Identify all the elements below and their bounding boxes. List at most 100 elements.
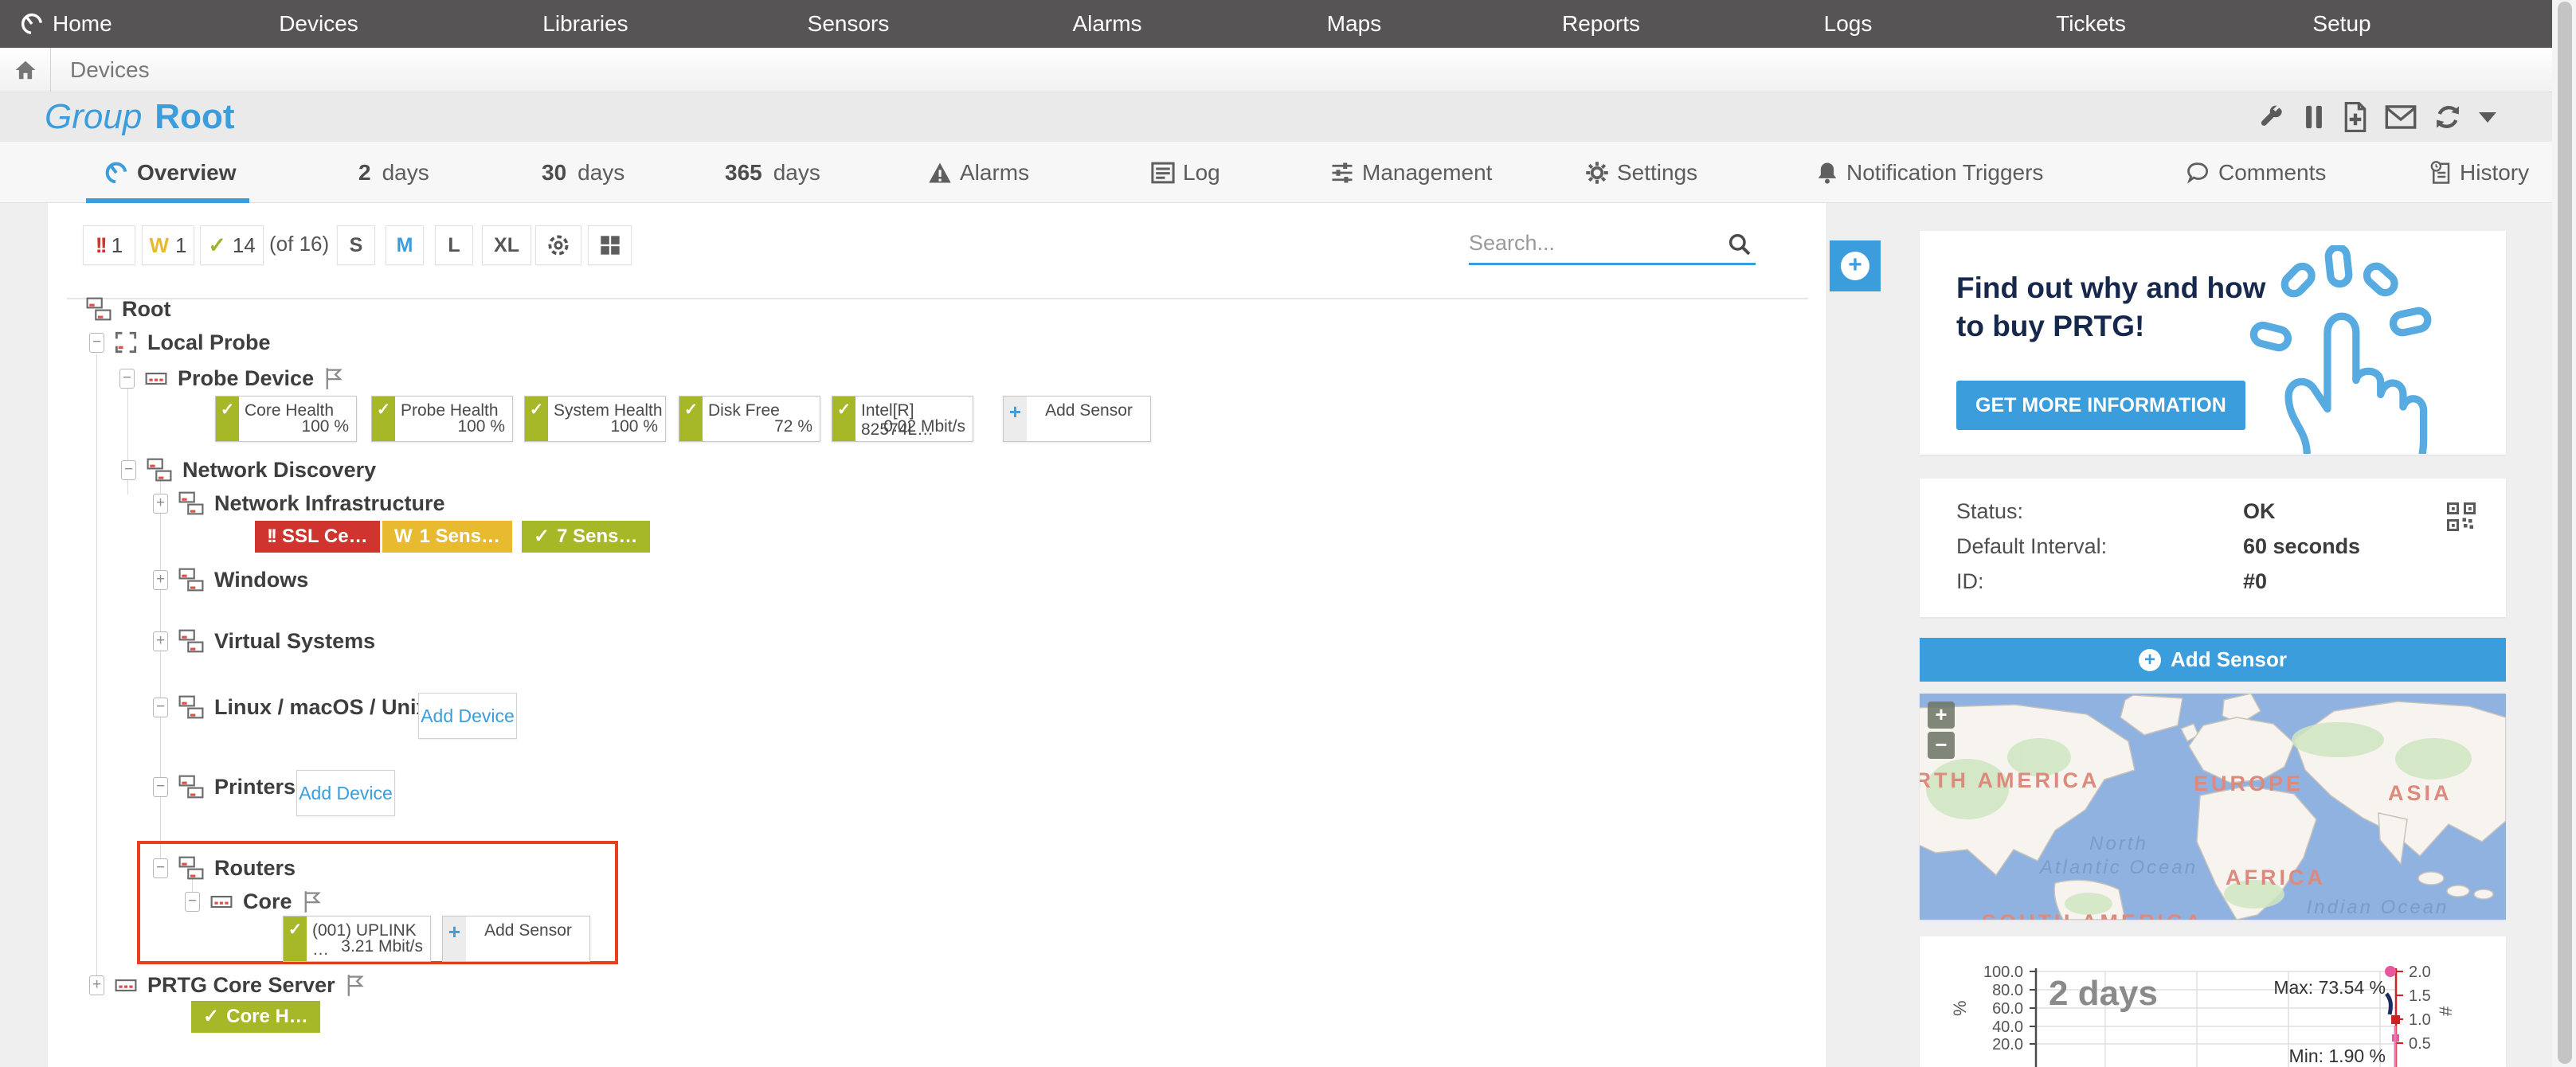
- wrench-icon[interactable]: [2257, 103, 2286, 131]
- breadcrumb-path[interactable]: Devices: [70, 48, 150, 92]
- search-icon[interactable]: [1727, 232, 1752, 257]
- group-icon: [178, 775, 204, 799]
- group-virtual-systems-label[interactable]: Virtual Systems: [214, 629, 375, 654]
- nav-item-alarms[interactable]: Alarms: [1072, 0, 1141, 48]
- badge-ok-sensors[interactable]: ✓7 Sens…: [522, 521, 650, 553]
- nav-item-libraries[interactable]: Libraries: [542, 0, 628, 48]
- prtg-screen: Home Devices Libraries Sensors Alarms Ma…: [0, 0, 2576, 1067]
- size-button-s[interactable]: S: [337, 225, 375, 265]
- search-input[interactable]: [1469, 225, 1716, 260]
- refresh-icon[interactable]: [2433, 102, 2463, 132]
- add-device-button-printers[interactable]: Add Device: [296, 770, 395, 816]
- sensor-probe-health[interactable]: ✓ Probe Health 100 %: [371, 396, 513, 442]
- badge-core-health[interactable]: ✓Core H…: [191, 1001, 320, 1033]
- add-sensor-tile[interactable]: + Add Sensor: [442, 916, 590, 962]
- ok-status-strip: ✓: [284, 917, 307, 961]
- collapse-expander[interactable]: −: [153, 698, 168, 717]
- filter-error-count[interactable]: !! 1: [83, 225, 135, 265]
- sensor-uplink[interactable]: ✓ (001) UPLINK … 3.21 Mbit/s: [283, 916, 431, 962]
- device-prtg-core-server-label[interactable]: PRTG Core Server: [147, 973, 335, 998]
- dropdown-caret-icon[interactable]: [2479, 112, 2496, 123]
- expand-expander[interactable]: +: [89, 975, 104, 995]
- add-sensor-tile[interactable]: + Add Sensor: [1003, 396, 1151, 442]
- nav-item-maps[interactable]: Maps: [1327, 0, 1381, 48]
- vertical-scrollbar: [2552, 0, 2576, 1067]
- sensor-disk-free[interactable]: ✓ Disk Free 72 %: [679, 396, 820, 442]
- add-device-button-linux[interactable]: Add Device: [418, 693, 517, 739]
- tab-overview[interactable]: Overview: [104, 142, 237, 203]
- map-zoom-out-button[interactable]: −: [1928, 732, 1955, 759]
- mini-graph-card[interactable]: 100.0 80.0 60.0 40.0 20.0 2.0 1.5 1.0 0.…: [1920, 936, 2506, 1067]
- size-button-xl[interactable]: XL: [482, 225, 531, 265]
- pause-icon[interactable]: [2302, 104, 2326, 131]
- scrollbar-thumb[interactable]: [2558, 2, 2572, 1064]
- nav-item-setup[interactable]: Setup: [2312, 0, 2370, 48]
- device-core-label[interactable]: Core: [243, 889, 292, 914]
- size-button-l[interactable]: L: [435, 225, 473, 265]
- tab-log[interactable]: Log: [1151, 142, 1220, 203]
- add-sensor-bar-button[interactable]: + Add Sensor: [1920, 638, 2506, 682]
- nav-item-reports[interactable]: Reports: [1562, 0, 1640, 48]
- breadcrumb-home-button[interactable]: [0, 48, 51, 92]
- map-label-atlantic-2: Atlantic Ocean: [2038, 857, 2198, 878]
- tab-alarms[interactable]: Alarms: [928, 142, 1029, 203]
- map-zoom-in-button[interactable]: +: [1928, 702, 1955, 729]
- badge-error-ssl[interactable]: !!SSL Ce…: [255, 521, 380, 553]
- device-probe-device-label[interactable]: Probe Device: [178, 366, 314, 391]
- add-object-button[interactable]: +: [1830, 240, 1881, 291]
- tab-notification-triggers[interactable]: Notification Triggers: [1816, 142, 2043, 203]
- group-root-label[interactable]: Root: [122, 297, 170, 322]
- qr-code-icon[interactable]: [2447, 502, 2476, 531]
- collapse-expander[interactable]: −: [185, 892, 200, 912]
- tab-management[interactable]: Management: [1330, 142, 1492, 203]
- nav-item-tickets[interactable]: Tickets: [2056, 0, 2126, 48]
- collapse-expander[interactable]: −: [153, 858, 168, 878]
- ok-status-strip: ✓: [679, 397, 703, 441]
- badge-warning-sensors[interactable]: W1 Sens…: [382, 521, 512, 553]
- sensor-system-health[interactable]: ✓ System Health 100 %: [524, 396, 666, 442]
- tab-comments[interactable]: Comments: [2186, 142, 2326, 203]
- filter-ok-count[interactable]: ✓ 14: [200, 225, 264, 265]
- expand-expander[interactable]: +: [153, 631, 168, 651]
- nav-item-sensors[interactable]: Sensors: [808, 0, 890, 48]
- tab-30-days[interactable]: 30days: [542, 142, 624, 203]
- tab-settings[interactable]: Settings: [1585, 142, 1697, 203]
- group-routers-label[interactable]: Routers: [214, 856, 296, 881]
- nav-item-home[interactable]: Home: [19, 0, 112, 48]
- clicking-hand-illustration: [2237, 245, 2484, 454]
- expand-expander[interactable]: +: [153, 494, 168, 514]
- tile-view-button[interactable]: [588, 225, 632, 265]
- filter-row: !! 1 W 1 ✓ 14 (of 16) S M L XL: [48, 225, 1826, 267]
- nav-item-logs[interactable]: Logs: [1824, 0, 1873, 48]
- size-button-m[interactable]: M: [386, 225, 424, 265]
- expand-expander[interactable]: +: [153, 570, 168, 590]
- device-tree: Root − Local Probe − Probe Device ✓ Core…: [48, 283, 1826, 1067]
- collapse-expander[interactable]: −: [89, 333, 104, 353]
- group-windows-label[interactable]: Windows: [214, 568, 308, 592]
- probe-local-probe-label[interactable]: Local Probe: [147, 330, 271, 355]
- nav-item-devices[interactable]: Devices: [279, 0, 358, 48]
- group-printers-label[interactable]: Printers: [214, 775, 296, 799]
- tab-2-days[interactable]: 2days: [358, 142, 429, 203]
- tab-365-days[interactable]: 365days: [725, 142, 820, 203]
- collapse-expander[interactable]: −: [119, 369, 135, 389]
- sensor-intel-nic[interactable]: ✓ Intel[R] 82574L… 0.02 Mbit/s: [832, 396, 973, 442]
- view-options-button[interactable]: [535, 225, 581, 265]
- ok-check-icon: ✓: [208, 233, 226, 258]
- tab-history[interactable]: History: [2429, 142, 2529, 203]
- add-report-icon[interactable]: [2342, 102, 2369, 132]
- collapse-expander[interactable]: −: [121, 460, 136, 480]
- email-icon[interactable]: [2385, 104, 2417, 130]
- collapse-expander[interactable]: −: [153, 777, 168, 797]
- sensor-core-health[interactable]: ✓ Core Health 100 %: [215, 396, 357, 442]
- map-label-north-america: NORTH AMERICA: [1920, 768, 2100, 792]
- geo-map-card[interactable]: NORTH AMERICA EUROPE ASIA AFRICA SOUTH A…: [1920, 694, 2506, 920]
- group-linux-label[interactable]: Linux / macOS / Unix: [214, 695, 429, 720]
- nav-home-label: Home: [53, 11, 112, 37]
- group-network-infrastructure-label[interactable]: Network Infrastructure: [214, 491, 445, 516]
- filter-warning-count[interactable]: W 1: [142, 225, 194, 265]
- get-more-information-button[interactable]: GET MORE INFORMATION: [1956, 381, 2245, 430]
- group-network-discovery-label[interactable]: Network Discovery: [182, 458, 376, 483]
- group-icon: [178, 695, 204, 719]
- id-label: ID:: [1956, 569, 1984, 593]
